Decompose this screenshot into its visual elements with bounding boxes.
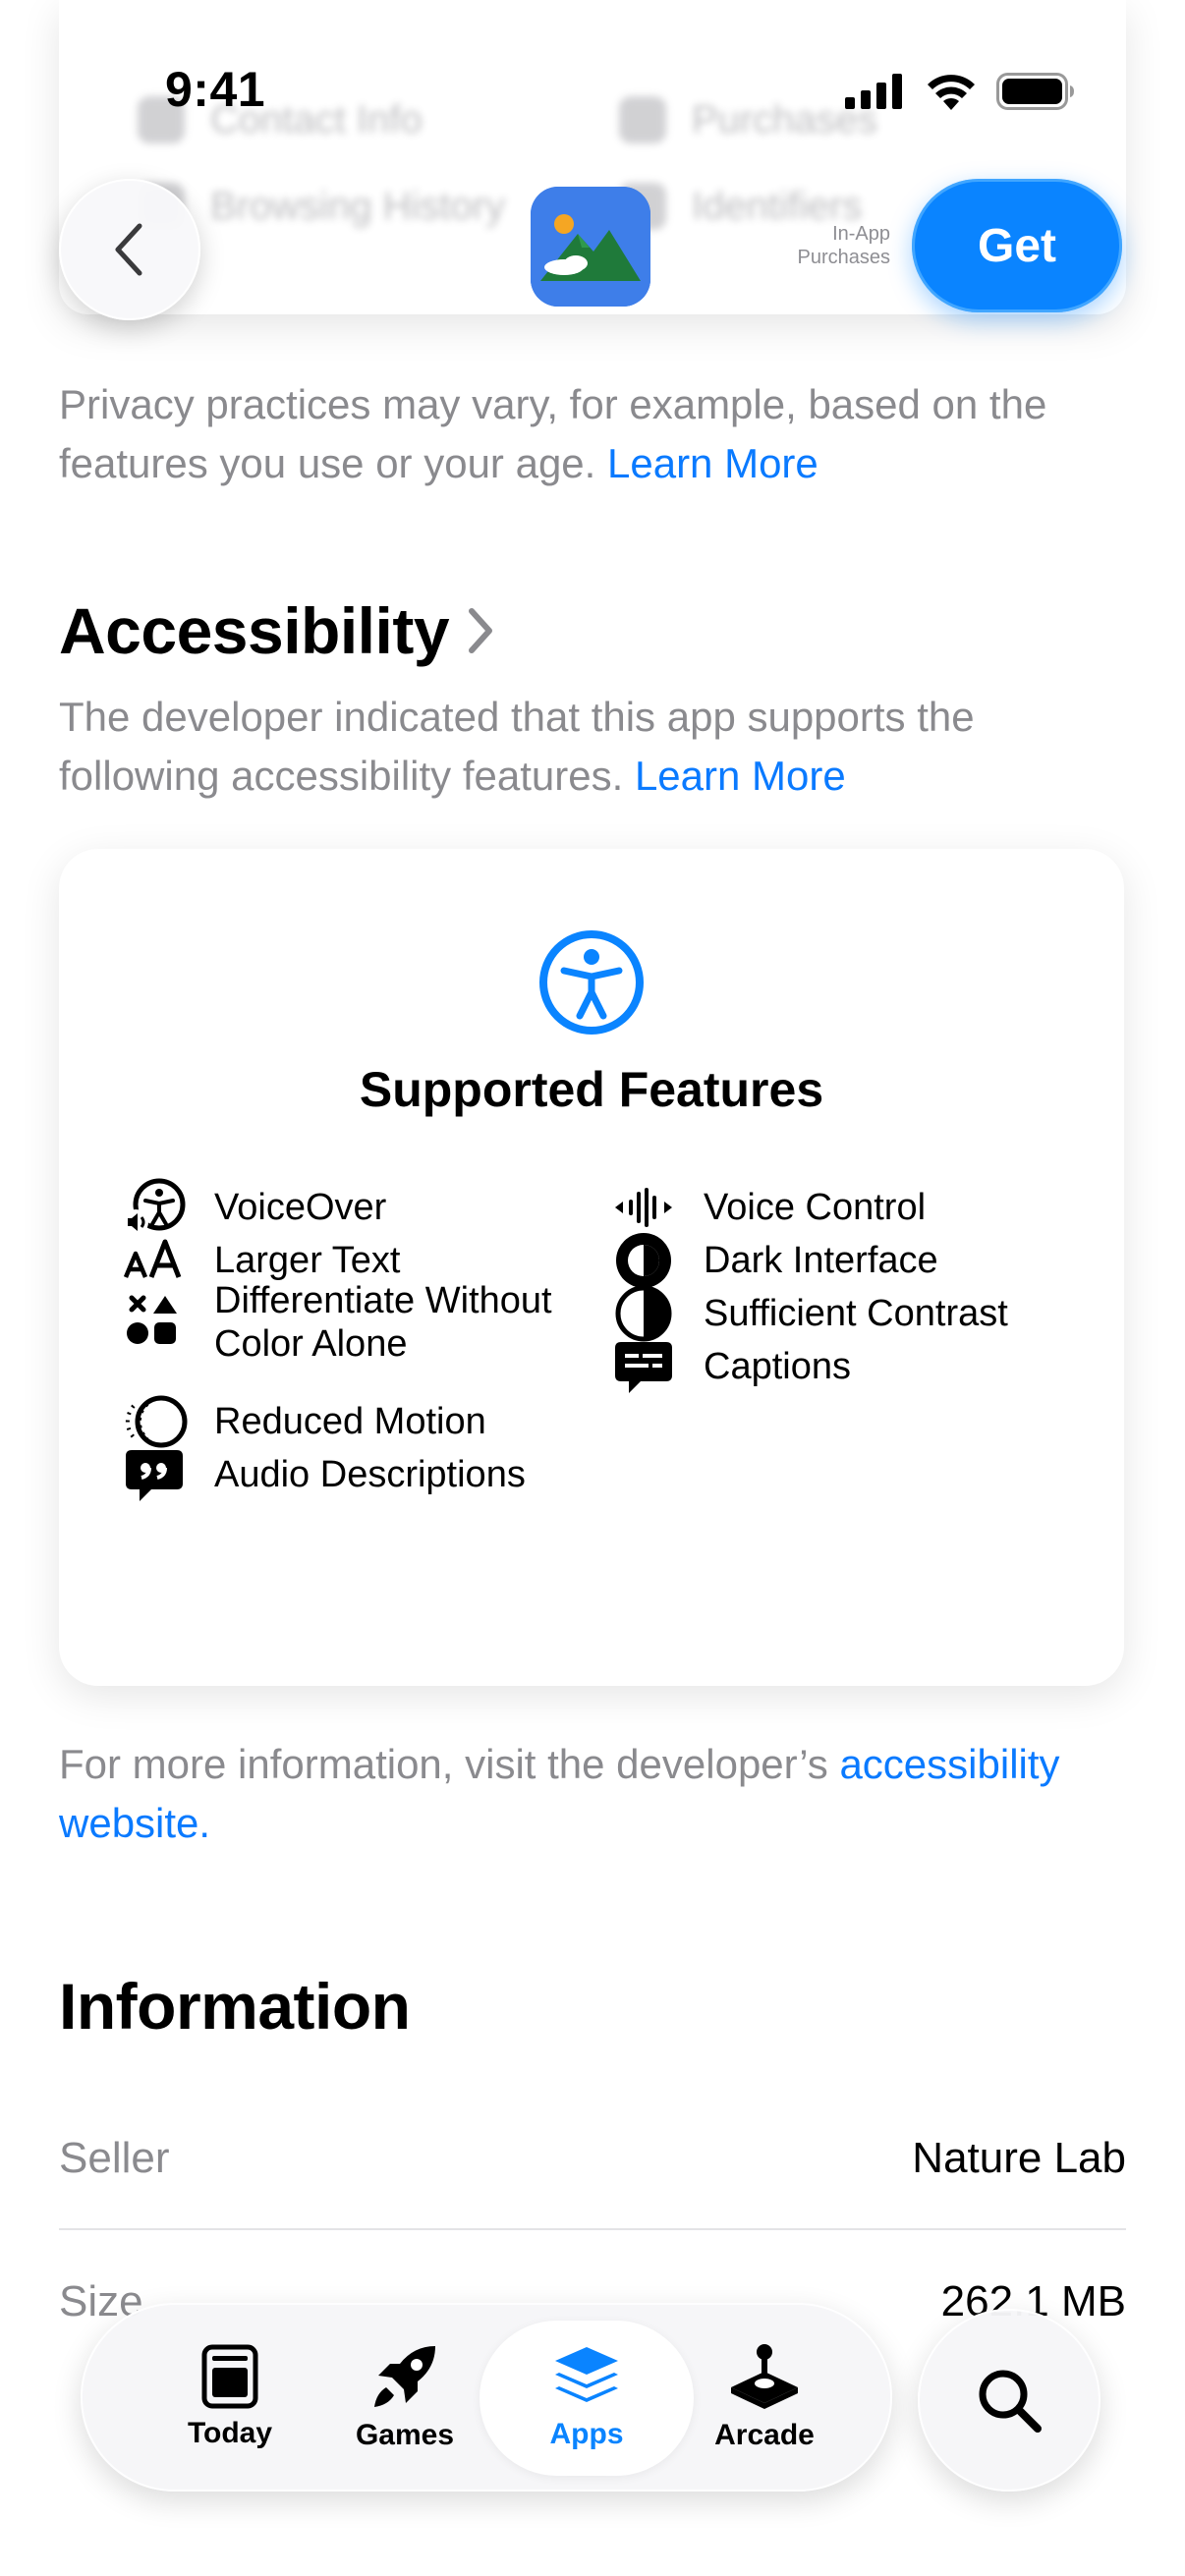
privacy-learn-more-link[interactable]: Learn More	[607, 440, 818, 486]
info-row-seller: Seller Nature Lab	[59, 2134, 1126, 2183]
joystick-icon	[731, 2344, 798, 2409]
back-button[interactable]	[59, 179, 200, 320]
chevron-left-icon	[115, 223, 142, 276]
chevron-right-icon	[469, 608, 493, 653]
tab-bar: Today Games Apps Arcade	[81, 2303, 892, 2492]
tab-apps[interactable]: Apps	[480, 2303, 694, 2492]
tab-today[interactable]: Today	[132, 2303, 328, 2492]
accessibility-learn-more-link[interactable]: Learn More	[635, 753, 846, 799]
supported-features-title: Supported Features	[359, 1062, 824, 1117]
search-icon	[979, 2370, 1042, 2433]
captions-icon	[615, 1342, 672, 1393]
in-app-purchases-note: In-App Purchases	[797, 223, 891, 268]
information-title: Information	[59, 1970, 411, 2043]
cellular-signal-icon	[845, 74, 902, 109]
feature-audio-descriptions: Audio Descriptions	[120, 1440, 526, 1509]
accessibility-description: The developer indicated that this app su…	[59, 688, 1130, 806]
status-icons	[845, 73, 1075, 110]
divider	[59, 2228, 1126, 2230]
accessibility-header[interactable]: Accessibility	[59, 593, 494, 668]
accessibility-more-info: For more information, visit the develope…	[59, 1735, 1130, 1853]
more-info-text: For more information, visit the develope…	[59, 1741, 840, 1787]
differentiate-color-icon	[127, 1295, 177, 1344]
today-icon	[201, 2344, 258, 2409]
status-time: 9:41	[165, 62, 266, 117]
apps-stack-icon	[555, 2347, 618, 2402]
tab-arcade[interactable]: Arcade	[666, 2303, 863, 2492]
get-button[interactable]: Get	[912, 179, 1122, 312]
audio-descriptions-icon	[126, 1450, 183, 1501]
feature-differentiate-without-color: Differentiate Without Color Alone	[120, 1279, 647, 1366]
app-icon	[531, 187, 650, 307]
info-value: Nature Lab	[912, 2134, 1126, 2182]
privacy-text: Privacy practices may vary, for example,…	[59, 381, 1047, 486]
ghost-item: Purchases	[619, 96, 877, 143]
accessibility-title: Accessibility	[59, 594, 450, 667]
tab-games[interactable]: Games	[309, 2303, 501, 2492]
info-key: Seller	[59, 2134, 170, 2182]
supported-features-card: Supported Features VoiceOver Larger Text…	[59, 849, 1124, 1686]
rocket-icon	[374, 2346, 435, 2407]
wifi-icon	[928, 75, 975, 110]
feature-captions: Captions	[609, 1332, 851, 1401]
search-button[interactable]	[918, 2309, 1100, 2492]
privacy-note: Privacy practices may vary, for example,…	[59, 375, 1130, 493]
battery-icon	[996, 73, 1074, 110]
accessibility-icon	[539, 930, 644, 1035]
